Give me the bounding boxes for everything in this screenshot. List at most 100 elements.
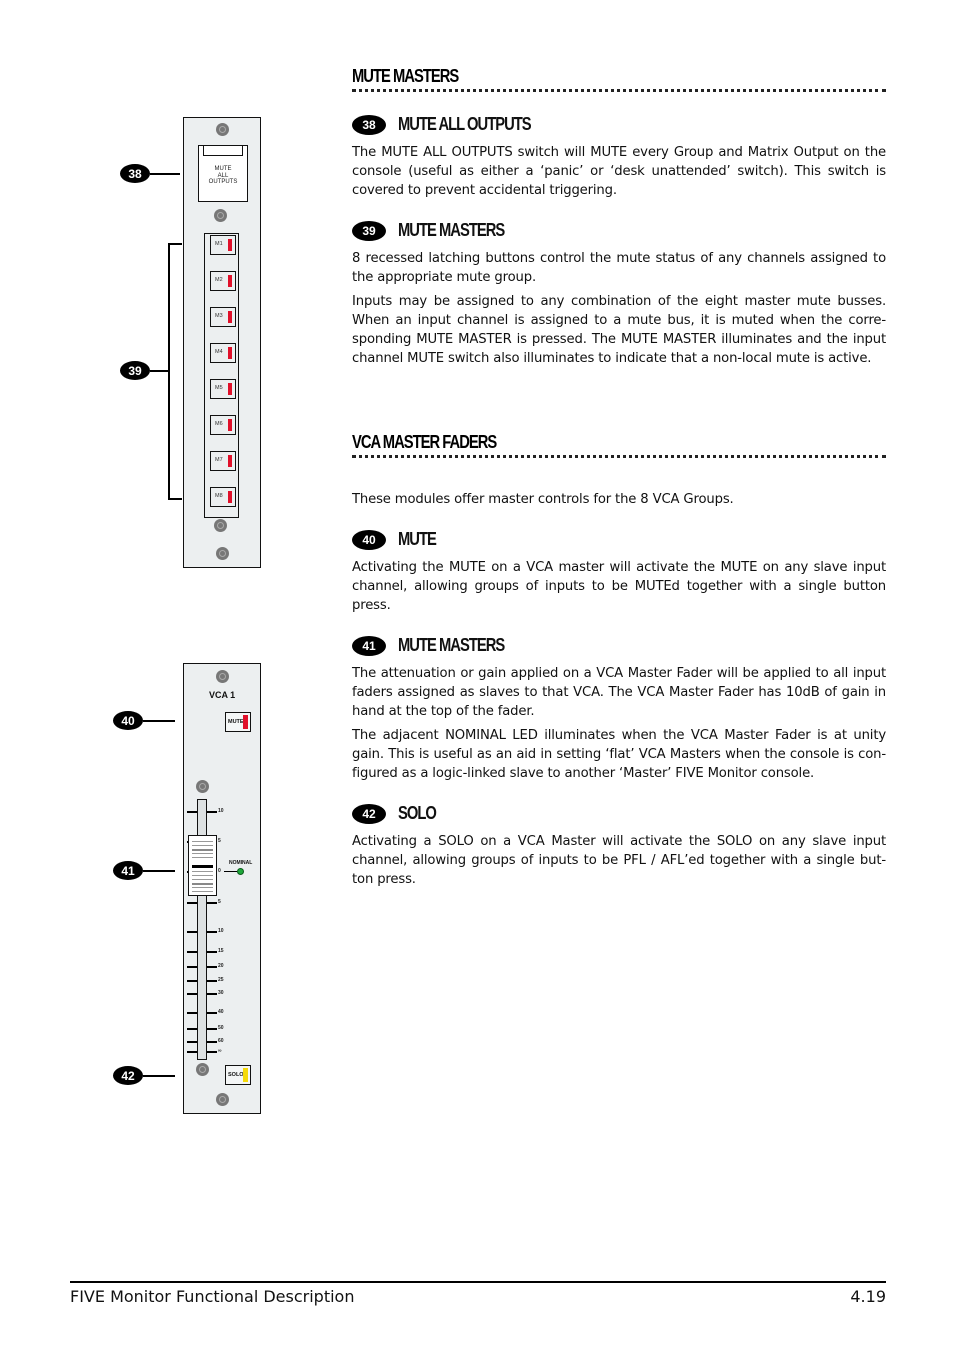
mute-master-button-m2[interactable]: M2: [210, 271, 236, 291]
scale-tick: [187, 1012, 197, 1014]
item-paragraph: The MUTE ALL OUTPUTS switch will MUTE ev…: [352, 145, 886, 198]
mute-led: [243, 715, 248, 729]
page-number: 4.19: [850, 1287, 886, 1306]
mute-led: [228, 311, 232, 323]
item-head-39: 39 MUTE MASTERS: [352, 220, 528, 241]
scale-tick: [187, 1051, 197, 1053]
vca-solo-button[interactable]: SOLO: [225, 1065, 251, 1085]
mute-all-outputs-cover: MUTE ALL OUTPUTS: [198, 145, 248, 202]
item-head-40: 40 MUTE: [352, 529, 444, 550]
scale-tick: [187, 966, 197, 968]
item-number-badge: 42: [352, 803, 386, 824]
section-divider: [352, 455, 886, 458]
item-paragraph: Inputs may be assigned to any combinatio…: [352, 294, 886, 366]
mute-master-button-m7[interactable]: M7: [210, 451, 236, 471]
button-label: M1: [215, 241, 223, 247]
callout-line: [150, 369, 169, 372]
scale-tick: [207, 902, 217, 904]
screw-icon: [196, 780, 209, 793]
mute-master-button-m5[interactable]: M5: [210, 379, 236, 399]
button-label: M6: [215, 421, 223, 427]
item-title: MUTE: [398, 529, 437, 549]
item-head-42: 42 SOLO: [352, 803, 444, 824]
scale-tick: [207, 951, 217, 953]
mute-led: [228, 239, 232, 251]
item-head-41: 41 MUTE MASTERS: [352, 635, 528, 656]
screw-icon: [216, 1093, 229, 1106]
callout-line: [143, 719, 175, 722]
item-paragraph: Activating the MUTE on a VCA master will…: [352, 560, 886, 613]
screw-icon: [216, 670, 229, 683]
section-divider: [352, 89, 886, 92]
vca-mute-button[interactable]: MUTE: [225, 712, 251, 732]
callout-line: [150, 172, 180, 175]
mute-all-outputs-label: MUTE ALL OUTPUTS: [199, 166, 247, 186]
item-number-badge: 39: [352, 220, 386, 241]
mute-master-button-m1[interactable]: M1: [210, 235, 236, 255]
item-number-badge: 38: [352, 114, 386, 135]
mute-led: [228, 491, 232, 503]
scale-tick: [207, 811, 217, 813]
scale-label: 30: [218, 990, 224, 996]
screw-icon: [214, 209, 227, 222]
cap-grip-line: [192, 883, 213, 885]
mute-led: [228, 275, 232, 287]
scale-tick: [187, 902, 197, 904]
mute-led: [228, 347, 232, 359]
cap-grip-line: [192, 879, 213, 880]
mute-master-button-m6[interactable]: M6: [210, 415, 236, 435]
cap-grip-line: [192, 865, 213, 868]
item-title: SOLO: [398, 803, 437, 823]
callout-badge: 42: [113, 1066, 143, 1085]
scale-label: 5: [218, 838, 221, 844]
scale-tick: [187, 980, 197, 982]
callout-42: 42: [113, 1066, 175, 1085]
mute-led: [228, 455, 232, 467]
nominal-led: [237, 868, 244, 875]
mute-button-label: MUTE: [228, 719, 244, 725]
callout-41: 41: [113, 861, 175, 880]
screw-icon: [196, 1063, 209, 1076]
mute-master-button-m4[interactable]: M4: [210, 343, 236, 363]
button-label: M2: [215, 277, 223, 283]
callout-badge: 39: [120, 361, 150, 380]
button-label: M4: [215, 349, 223, 355]
section-title-vca-master-faders: VCA MASTER FADERS: [352, 432, 497, 452]
scale-tick: [187, 931, 197, 933]
item-title: MUTE MASTERS: [398, 220, 505, 240]
cap-grip-line: [192, 845, 213, 846]
scale-tick: [187, 811, 197, 813]
mute-led: [228, 383, 232, 395]
scale-tick: [207, 1028, 217, 1030]
callout-39: 39: [120, 361, 169, 380]
nominal-connector: [224, 871, 237, 872]
nominal-label: NOMINAL: [229, 860, 253, 866]
item-paragraph: The adjacent NOMINAL LED illuminates whe…: [352, 728, 886, 781]
screw-icon: [214, 519, 227, 532]
item-number-badge: 41: [352, 635, 386, 656]
callout-badge: 38: [120, 164, 150, 183]
callout-40: 40: [113, 711, 175, 730]
scale-tick: [187, 1028, 197, 1030]
button-label: M8: [215, 493, 223, 499]
vca-title: VCA 1: [209, 690, 236, 700]
callout-badge: 41: [113, 861, 143, 880]
scale-label: ∞: [218, 1048, 222, 1054]
solo-led: [243, 1068, 248, 1082]
scale-tick: [187, 993, 197, 995]
item-paragraph: The attenuation or gain applied on a VCA…: [352, 666, 886, 719]
item-paragraph: Activating a SOLO on a VCA Master will a…: [352, 834, 886, 887]
cap-grip-line: [192, 853, 213, 854]
mute-master-button-m3[interactable]: M3: [210, 307, 236, 327]
callout-38: 38: [120, 164, 180, 183]
footer-title: FIVE Monitor Functional Description: [70, 1287, 355, 1306]
mute-master-button-m8[interactable]: M8: [210, 487, 236, 507]
scale-tick: [207, 993, 217, 995]
item-title: MUTE ALL OUTPUTS: [398, 114, 532, 134]
cap-grip-line: [192, 857, 213, 858]
cap-grip-line: [192, 875, 213, 876]
scale-tick: [207, 931, 217, 933]
fader-cap[interactable]: [188, 835, 217, 896]
section-title-mute-masters: MUTE MASTERS: [352, 66, 459, 86]
scale-label: 15: [218, 948, 224, 954]
